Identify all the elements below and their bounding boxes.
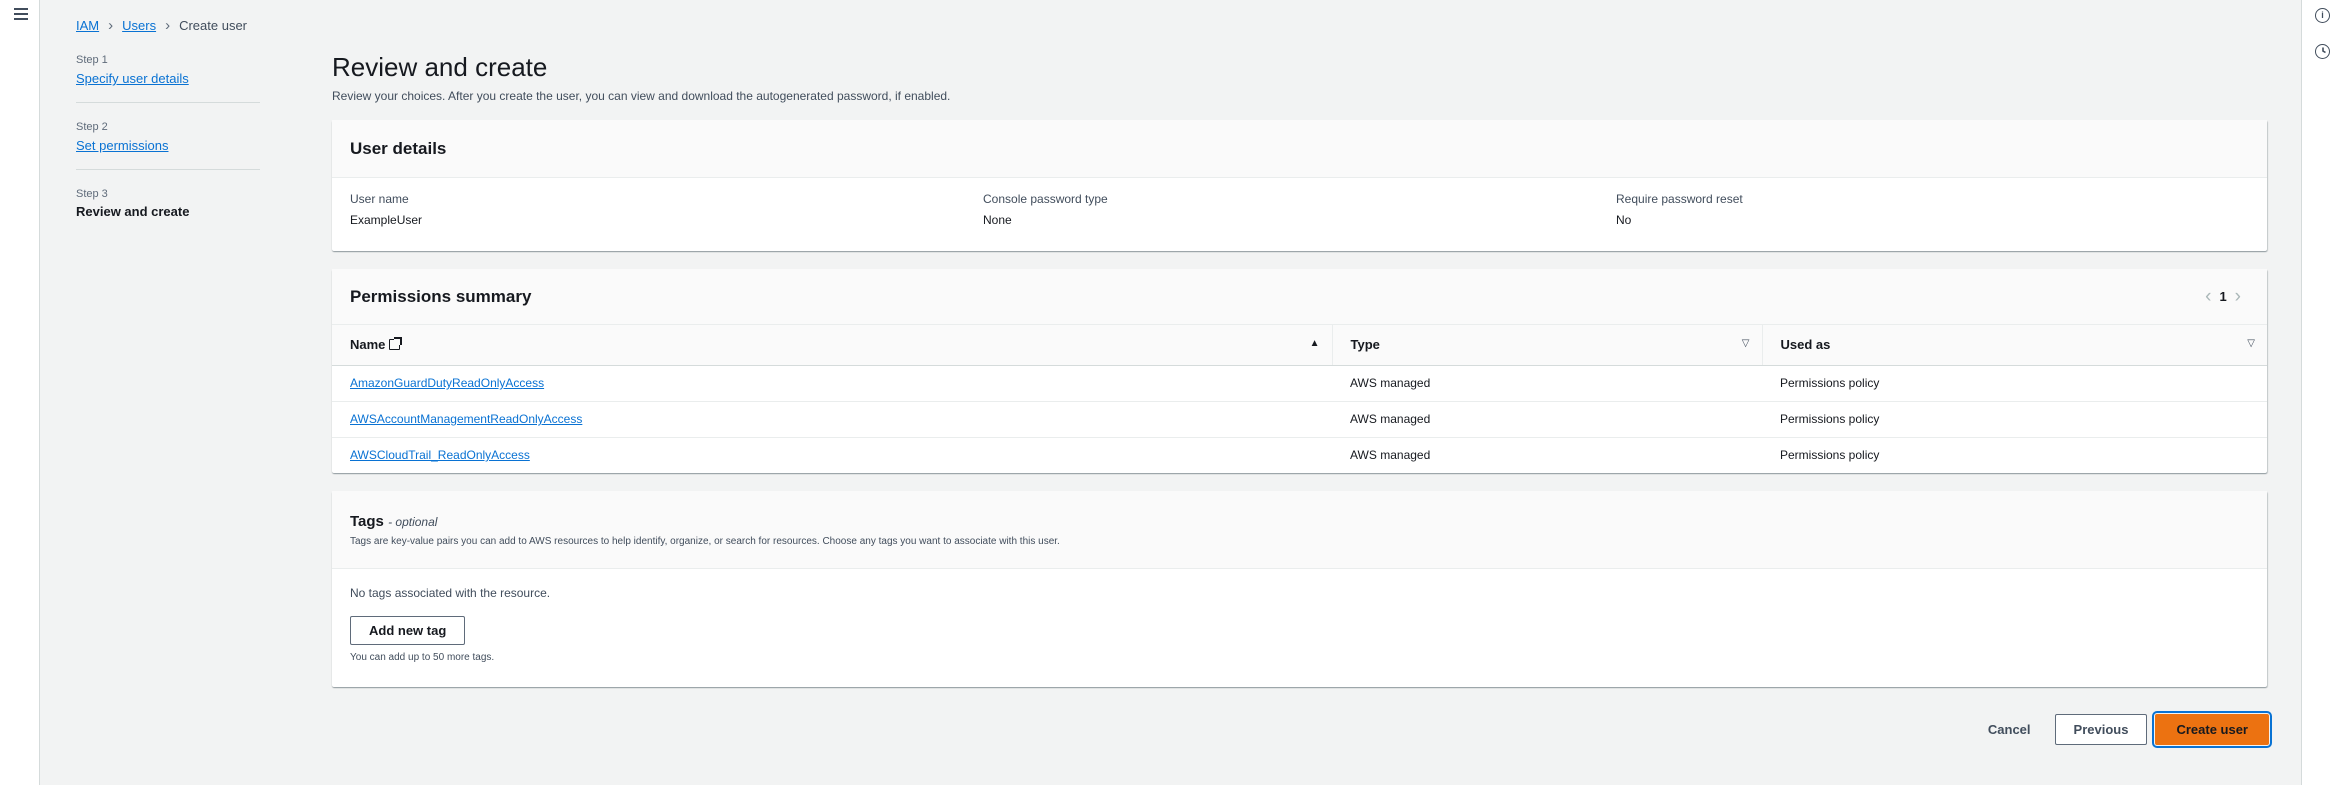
tags-limit-hint: You can add up to 50 more tags. — [350, 652, 495, 663]
user-details-panel: User details User name ExampleUser Conso… — [332, 120, 2267, 251]
step-current-review-and-create: Review and create — [76, 204, 190, 219]
page-number[interactable]: 1 — [2219, 289, 2226, 304]
column-label: Name — [350, 337, 386, 353]
wizard-steps: Step 1 Specify user details Step 2 Set p… — [76, 54, 260, 251]
field-label: Require password reset — [1616, 192, 1743, 206]
previous-button[interactable]: Previous — [2054, 714, 2148, 745]
policy-used-as-cell: Permissions policy — [1762, 401, 2267, 438]
column-header-used-as[interactable]: Used as ▽ — [1761, 325, 2267, 366]
sort-icon: ▽ — [1741, 338, 1750, 349]
breadcrumb-users[interactable]: Users — [122, 18, 156, 33]
require-password-reset-field: Require password reset No — [1616, 192, 2249, 251]
cancel-button[interactable]: Cancel — [1988, 722, 2031, 737]
step-number: Step 3 — [76, 188, 108, 200]
tags-title-text: Tags — [350, 512, 384, 530]
info-icon[interactable]: i — [2315, 8, 2330, 23]
main-content: Review and create Review your choices. A… — [332, 52, 2267, 705]
tags-title: Tags - optional — [350, 513, 437, 530]
step-link-set-permissions[interactable]: Set permissions — [76, 138, 168, 153]
breadcrumb-iam[interactable]: IAM — [76, 18, 99, 33]
policy-type-cell: AWS managed — [1332, 365, 1762, 402]
tags-empty-message: No tags associated with the resource. — [350, 586, 551, 600]
page-title: Review and create — [332, 52, 548, 82]
sort-ascending-icon: ▲ — [1309, 338, 1320, 349]
external-link-icon — [389, 337, 403, 351]
step-number: Step 2 — [76, 121, 108, 133]
user-details-header: User details — [332, 120, 2267, 178]
column-header-name[interactable]: Name ▲ — [332, 325, 1332, 366]
field-value: ExampleUser — [350, 213, 423, 227]
step-link-specify-user-details[interactable]: Specify user details — [76, 71, 189, 86]
permissions-summary-panel: Permissions summary ‹ 1 › Name ▲ Type ▽ — [332, 269, 2267, 473]
table-row: AmazonGuardDutyReadOnlyAccess AWS manage… — [332, 365, 2267, 402]
table-row: AWSAccountManagementReadOnlyAccess AWS m… — [332, 401, 2267, 438]
policy-link[interactable]: AWSCloudTrail_ReadOnlyAccess — [350, 448, 530, 462]
permissions-table: Name ▲ Type ▽ Used as ▽ AmazonGuardDutyR… — [332, 325, 2267, 473]
policy-type-cell: AWS managed — [1332, 401, 1762, 438]
policy-type-cell: AWS managed — [1350, 448, 1431, 463]
field-label: Console password type — [983, 192, 1108, 206]
policy-name-cell: AmazonGuardDutyReadOnlyAccess — [332, 365, 1332, 402]
column-label: Type — [1350, 337, 1380, 353]
tags-description: Tags are key-value pairs you can add to … — [350, 535, 1060, 547]
policy-link[interactable]: AmazonGuardDutyReadOnlyAccess — [350, 376, 544, 390]
pagination: ‹ 1 › — [2197, 286, 2249, 308]
field-value: No — [1616, 213, 1632, 227]
wizard-step-1: Step 1 Specify user details — [76, 54, 260, 103]
clock-icon[interactable] — [2315, 44, 2330, 59]
wizard-actions: Cancel Previous Create user — [1988, 711, 2272, 748]
tags-optional-label: - optional — [388, 514, 438, 529]
breadcrumb: IAM › Users › Create user — [76, 17, 247, 34]
add-new-tag-button[interactable]: Add new tag — [350, 616, 466, 645]
sort-icon: ▽ — [2247, 338, 2255, 349]
chevron-left-icon[interactable]: ‹ — [2205, 286, 2211, 308]
console-password-type-field: Console password type None — [983, 192, 1616, 251]
field-value: None — [983, 213, 1012, 227]
policy-name-cell: AWSAccountManagementReadOnlyAccess — [332, 401, 1332, 438]
tags-body: No tags associated with the resource. Ad… — [332, 569, 2267, 687]
tags-header: Tags - optional Tags are key-value pairs… — [332, 491, 2267, 569]
field-label: User name — [350, 192, 409, 206]
policy-used-as-cell: Permissions policy — [1762, 365, 2267, 402]
step-number: Step 1 — [76, 54, 108, 66]
left-navigation-rail — [0, 0, 40, 785]
user-details-body: User name ExampleUser Console password t… — [332, 178, 2267, 251]
permissions-summary-header: Permissions summary ‹ 1 › — [332, 269, 2267, 325]
column-label: Used as — [1780, 337, 1831, 353]
chevron-right-icon[interactable]: › — [2235, 286, 2241, 308]
chevron-right-icon: › — [165, 17, 171, 34]
policy-name-cell: AWSCloudTrail_ReadOnlyAccess — [332, 437, 1332, 473]
permissions-summary-title: Permissions summary — [350, 286, 532, 306]
hamburger-icon[interactable] — [14, 8, 28, 20]
user-name-field: User name ExampleUser — [350, 192, 983, 251]
right-tools-rail: i — [2301, 0, 2341, 785]
wizard-step-2: Step 2 Set permissions — [76, 121, 260, 170]
breadcrumb-current: Create user — [179, 18, 247, 33]
table-header-row: Name ▲ Type ▽ Used as ▽ — [332, 325, 2267, 366]
chevron-right-icon: › — [108, 17, 114, 34]
page-description: Review your choices. After you create th… — [332, 89, 951, 103]
table-row: AWSCloudTrail_ReadOnlyAccess AWS managed… — [332, 437, 2267, 473]
user-details-title: User details — [350, 138, 447, 158]
wizard-step-3: Step 3 Review and create — [76, 188, 260, 233]
policy-link[interactable]: AWSAccountManagementReadOnlyAccess — [350, 412, 582, 426]
column-header-type[interactable]: Type ▽ — [1331, 325, 1762, 366]
tags-panel: Tags - optional Tags are key-value pairs… — [332, 491, 2267, 687]
policy-used-as-cell: Permissions policy — [1780, 448, 1880, 463]
create-user-button[interactable]: Create user — [2152, 711, 2272, 748]
